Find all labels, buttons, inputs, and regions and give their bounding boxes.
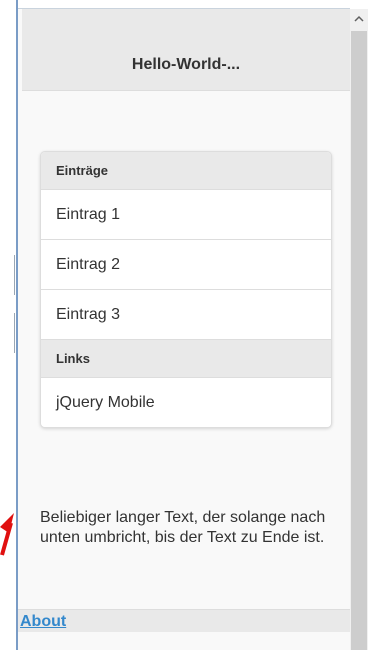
listview: Einträge Eintrag 1 Eintrag 2 Eintrag 3 L… bbox=[40, 151, 332, 428]
footer-bar bbox=[18, 610, 350, 632]
about-link[interactable]: About bbox=[20, 613, 66, 631]
list-item-eintrag-1[interactable]: Eintrag 1 bbox=[41, 190, 331, 240]
content-paragraph: Beliebiger langer Text, der solange nach… bbox=[40, 509, 326, 546]
chevron-up-icon[interactable] bbox=[350, 9, 368, 29]
page-footer: About bbox=[18, 609, 350, 650]
mobile-page: Hello-World-... Einträge Eintrag 1 Eintr… bbox=[18, 9, 350, 650]
list-item-jquery-mobile[interactable]: jQuery Mobile bbox=[41, 378, 331, 427]
list-divider-links: Links bbox=[41, 339, 331, 378]
list-divider-eintraege: Einträge bbox=[41, 152, 331, 190]
page-header: Hello-World-... bbox=[22, 9, 350, 91]
list-item-eintrag-3[interactable]: Eintrag 3 bbox=[41, 290, 331, 339]
red-arrow-icon bbox=[0, 513, 14, 556]
vertical-scrollbar[interactable] bbox=[350, 9, 368, 650]
list-item-eintrag-2[interactable]: Eintrag 2 bbox=[41, 240, 331, 290]
page-title: Hello-World-... bbox=[131, 56, 241, 73]
scrollbar-thumb[interactable] bbox=[351, 31, 367, 650]
